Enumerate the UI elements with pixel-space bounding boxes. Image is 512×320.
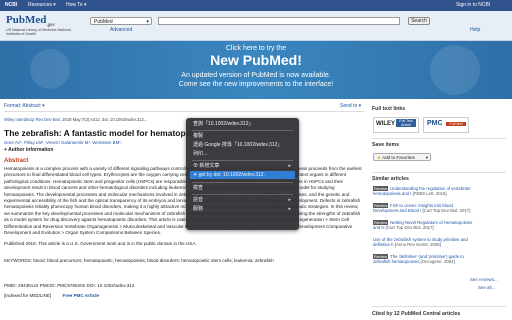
advanced-link[interactable]: Advanced [110,27,132,33]
banner-line3: An updated version of PubMed is now avai… [181,72,331,79]
menu-separator [192,194,293,195]
menu-separator [192,182,293,183]
chevron-down-icon: ▾ [146,19,149,25]
resources-menu[interactable]: Resources ▾ [28,2,56,8]
similar-article[interactable]: Review Netting Novel Regulators of Hemato… [373,220,476,231]
search-button[interactable]: Search [408,17,430,25]
signin-link[interactable]: Sign in to NCBI [456,2,490,8]
pmc-fulltext-button[interactable]: PMC Full text [423,117,469,133]
menu-separator [192,160,293,161]
full-text-links-heading: Full text links [372,106,406,112]
context-menu-lookup[interactable]: 查詢「10.1002/wdev.312」 [190,120,295,128]
cited-by-heading: Cited by 12 PubMed Central articles [372,311,461,317]
context-menu-print[interactable]: 列印... [190,150,295,158]
new-pubmed-banner[interactable]: Click here to try the New PubMed! An upd… [0,41,512,99]
context-menu-copy[interactable]: 複製 [190,132,295,140]
wiley-fulltext-button[interactable]: WILEY Full Text Article [373,117,419,133]
context-menu-google-search[interactable]: 透過 Google 搜尋「10.1002/wdev.312」 [190,141,295,149]
nlm-subtitle: US National Library of Medicine National… [6,28,71,36]
author-list[interactable]: Gore AV¹, Pillay LM¹, Venero Galanternik… [4,140,122,145]
chevron-right-icon: ▸ [288,163,291,169]
context-menu-new-article[interactable]: ⊕ 新增文章 ▸ [190,162,295,170]
ncbi-top-bar: NCBI Resources ▾ How To ▾ Sign in to NCB… [0,0,512,11]
similar-articles-heading: Similar articles [372,176,409,182]
ncbi-logo[interactable]: NCBI [5,2,17,8]
banner-headline: New PubMed! [210,52,302,68]
menu-separator [192,130,293,131]
save-items-heading: Save items [372,142,400,148]
context-menu-inspect[interactable]: 檢查 [190,184,295,192]
format-select[interactable]: Format: Abstract ▾ [4,103,45,109]
context-menu-get-by-doi[interactable]: ✦ get by doi: 10.1002/wdev.312. [190,171,295,179]
context-menu-speech[interactable]: 語音 ▸ [190,196,295,204]
citation-details: 2018 May;7(3):e312. doi: 10.1002/wdev.31… [62,117,148,122]
article-identifiers[interactable]: PMID: 29436122 PMCID: PMC5785202 DOI: 10… [4,283,134,288]
pubmed-header: PubMed.gov US National Library of Medici… [0,11,512,41]
send-to-menu[interactable]: Send to ▾ [340,103,361,109]
star-icon: ★ [377,155,382,160]
abstract-heading: Abstract [4,158,29,164]
chevron-right-icon: ▸ [288,197,291,203]
see-reviews-link[interactable]: See reviews... [470,277,498,282]
medline-index: [Indexed for MEDLINE] Free PMC Article [4,293,100,298]
pmc-fulltext-label: Full text [446,122,466,126]
banner-line4: Come see the new improvements to the int… [178,81,334,88]
author-information-toggle[interactable]: + Author information [4,147,53,153]
similar-article[interactable]: Use of the zebrafish system to study pri… [373,237,476,248]
journal-link[interactable]: Wiley Interdiscip Rev Dev Biol. [4,117,61,122]
see-all-link[interactable]: See all... [478,285,495,290]
divider [4,111,364,112]
divider [372,138,506,139]
howto-menu[interactable]: How To ▾ [66,2,86,8]
banner-line1: Click here to try the [225,45,287,52]
pubmed-logo[interactable]: PubMed.gov [6,14,55,28]
article-title: The zebrafish: A fantastic model for hem… [4,128,194,138]
similar-article[interactable]: Review The 'definitive' (and 'primitive')… [373,254,476,265]
publication-note: Published 2018. This article is a U.S. G… [4,241,197,246]
chevron-down-icon: ▾ [425,155,428,160]
database-select[interactable]: PubMed ▾ [90,17,152,25]
context-menu-services[interactable]: 服務 ▸ [190,205,295,213]
chevron-right-icon: ▸ [288,206,291,212]
context-menu: 查詢「10.1002/wdev.312」 複製 透過 Google 搜尋「10.… [186,118,299,230]
search-input[interactable] [158,17,400,25]
similar-article[interactable]: Review Understanding the regulation of ve… [373,186,476,197]
free-pmc-article-link[interactable]: Free PMC Article [63,293,100,298]
wiley-fulltext-label: Full Text Article [396,119,416,127]
wiley-logo: WILEY [376,121,395,127]
divider [372,306,506,307]
add-to-favorites-button[interactable]: ★ Add to Favorites ▾ [373,153,431,161]
pmc-logo: PMC [427,120,443,127]
abstract-text: Hematopoiesis is a complex process with … [4,166,362,236]
help-link[interactable]: Help [470,27,480,33]
divider [372,172,506,173]
similar-article[interactable]: Review Fish to ocean: Insights into blood… [373,203,476,214]
citation-line: Wiley Interdiscip Rev Dev Biol. 2018 May… [4,117,147,122]
keywords: KEYWORDS: blood; blood precursors; hemat… [4,258,274,263]
